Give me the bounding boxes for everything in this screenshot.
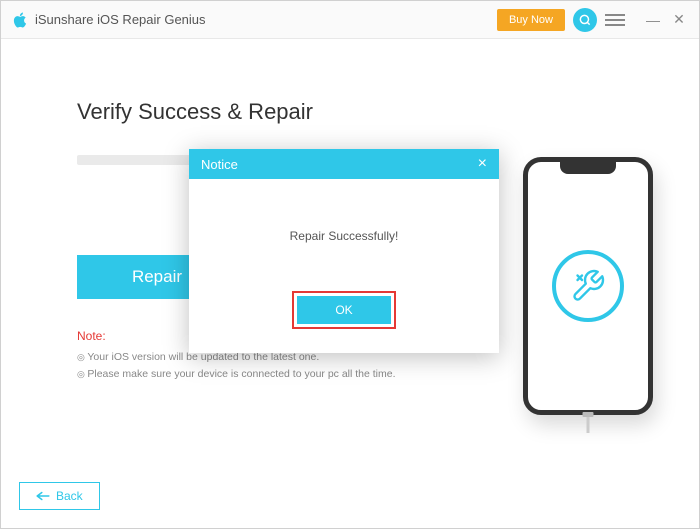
app-title: iSunshare iOS Repair Genius <box>35 12 497 27</box>
phone-illustration <box>523 157 653 415</box>
footer: Back <box>19 482 100 510</box>
apple-logo-icon <box>11 11 29 29</box>
modal-title: Notice <box>201 157 238 172</box>
ok-highlight-border: OK <box>292 291 396 329</box>
modal-message: Repair Successfully! <box>209 229 479 243</box>
titlebar: iSunshare iOS Repair Genius Buy Now — ✕ <box>1 1 699 39</box>
minimize-button[interactable]: — <box>643 10 663 30</box>
help-icon[interactable] <box>573 8 597 32</box>
menu-icon[interactable] <box>605 10 625 30</box>
back-label: Back <box>56 489 83 503</box>
notice-modal: Notice × Repair Successfully! OK <box>189 149 499 353</box>
close-window-button[interactable]: ✕ <box>669 10 689 30</box>
phone-frame <box>523 157 653 415</box>
modal-body: Repair Successfully! OK <box>189 179 499 353</box>
phone-cable <box>587 415 590 433</box>
modal-close-icon[interactable]: × <box>478 156 487 172</box>
back-arrow-icon <box>36 491 50 501</box>
modal-header: Notice × <box>189 149 499 179</box>
buy-now-button[interactable]: Buy Now <box>497 9 565 31</box>
tools-icon <box>552 250 624 322</box>
ok-button[interactable]: OK <box>297 296 391 324</box>
back-button[interactable]: Back <box>19 482 100 510</box>
phone-notch <box>560 162 616 174</box>
page-title: Verify Success & Repair <box>77 99 649 125</box>
app-window: iSunshare iOS Repair Genius Buy Now — ✕ … <box>0 0 700 529</box>
